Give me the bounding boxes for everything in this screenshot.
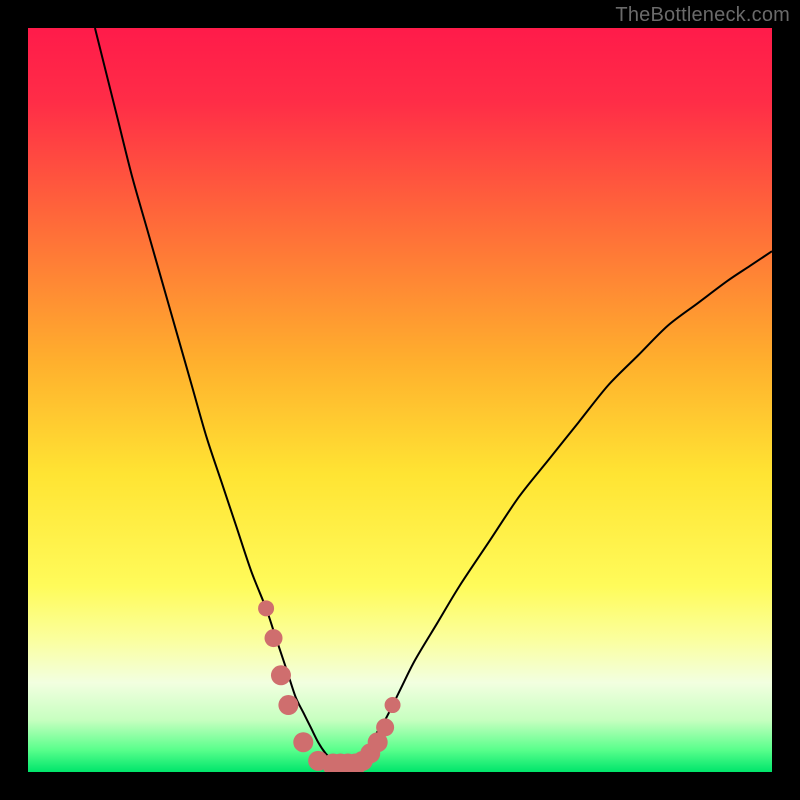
- outer-frame: TheBottleneck.com: [0, 0, 800, 800]
- highlight-marker: [271, 665, 291, 685]
- plot-area: [28, 28, 772, 772]
- watermark-text: TheBottleneck.com: [615, 4, 790, 27]
- highlight-marker: [385, 697, 401, 713]
- highlight-marker: [376, 718, 394, 736]
- highlight-marker: [258, 600, 274, 616]
- highlight-marker: [265, 629, 283, 647]
- gradient-background: [28, 28, 772, 772]
- highlight-marker: [293, 732, 313, 752]
- bottleneck-chart: [28, 28, 772, 772]
- highlight-marker: [278, 695, 298, 715]
